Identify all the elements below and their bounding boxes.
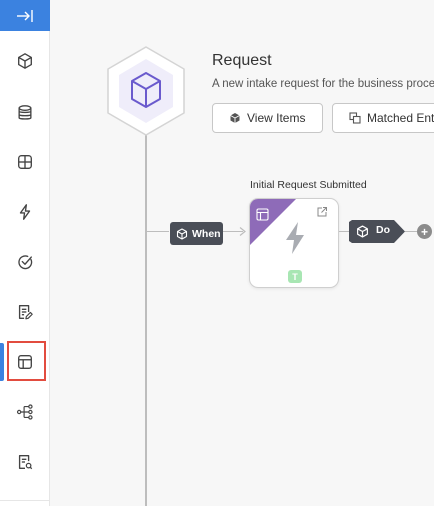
active-item-highlight	[7, 341, 46, 381]
sidebar-item-document-search[interactable]	[10, 447, 40, 477]
collapse-sidebar-button[interactable]	[0, 0, 50, 31]
cube-icon	[230, 113, 240, 123]
trigger-badge: T	[288, 270, 302, 283]
cube-icon	[176, 227, 188, 240]
arrow-right-icon	[239, 227, 246, 236]
copy-icon	[349, 112, 361, 124]
do-label: Do	[376, 224, 390, 236]
connector-line	[405, 231, 417, 232]
sidebar-item-document-edit[interactable]	[10, 297, 40, 327]
connector-line	[147, 231, 169, 232]
sidebar-item-database[interactable]	[10, 98, 40, 128]
bolt-icon	[19, 204, 31, 220]
bolt-icon	[286, 222, 304, 254]
layout-icon	[256, 208, 269, 221]
workflow-icon	[16, 404, 33, 420]
add-step-button[interactable]: +	[417, 224, 432, 239]
sidebar-item-workflow[interactable]	[10, 397, 40, 427]
sidebar-item-cube[interactable]	[10, 46, 40, 76]
view-items-button[interactable]: View Items	[212, 103, 323, 133]
document-search-icon	[18, 455, 33, 470]
request-hexagon[interactable]	[107, 46, 185, 141]
external-link-icon[interactable]	[316, 206, 328, 218]
cube-icon	[357, 225, 368, 238]
grid-icon	[18, 155, 32, 169]
request-title: Request	[212, 52, 272, 69]
sidebar-item-bolt[interactable]	[10, 197, 40, 227]
matched-entities-label: Matched Entities	[367, 111, 434, 125]
check-circle-icon	[18, 255, 33, 270]
connector-line	[339, 231, 349, 232]
sidebar-divider	[0, 500, 50, 501]
matched-entities-button[interactable]: Matched Entities	[332, 103, 434, 133]
active-indicator	[0, 343, 4, 381]
workflow-canvas: Request A new intake request for the bus…	[50, 0, 434, 506]
when-tag[interactable]: When	[170, 222, 223, 245]
timeline-connector	[145, 135, 147, 506]
request-description: A new intake request for the business pr…	[212, 78, 434, 90]
database-icon	[18, 105, 32, 120]
document-edit-icon	[18, 305, 33, 320]
sidebar-item-grid[interactable]	[10, 147, 40, 177]
collapse-right-icon	[17, 9, 33, 22]
when-label: When	[192, 227, 221, 240]
sidebar	[0, 0, 50, 506]
sidebar-item-check[interactable]	[10, 247, 40, 277]
cube-icon	[18, 53, 32, 69]
trigger-node[interactable]: T	[249, 198, 339, 288]
view-items-label: View Items	[247, 111, 306, 125]
trigger-node-title: Initial Request Submitted	[250, 179, 367, 191]
